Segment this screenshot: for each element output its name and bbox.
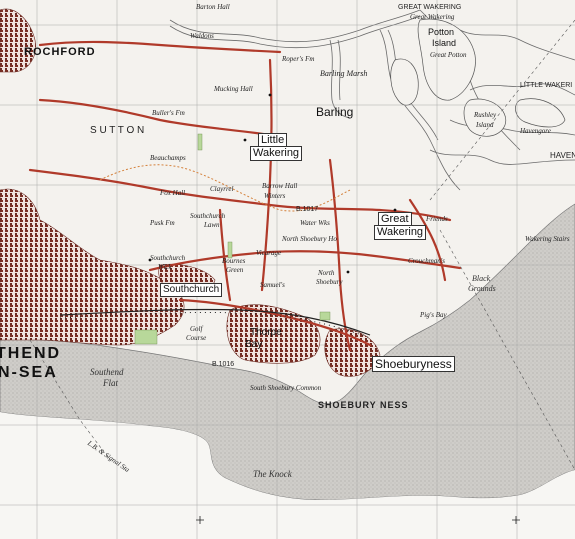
label-bournes-green-2: Green	[226, 266, 244, 274]
label-golf-course-1: Golf	[190, 325, 203, 333]
label-potton-island-1: Potton	[428, 27, 455, 37]
label-southend-1: THEND	[0, 345, 62, 362]
label-pigs-bay: Pig's Bay	[420, 311, 447, 319]
label-little-wakering-top: LITTLE WAKERI	[520, 82, 573, 89]
label-waldons: Waldons	[190, 32, 214, 40]
label-vicarage: Vicarage	[256, 249, 282, 257]
label-great-wakering-2: Wakering	[374, 225, 427, 240]
label-friends: Friends	[426, 215, 448, 223]
label-southend-flat-1: Southend	[90, 367, 124, 377]
label-rochford: ROCHFORD	[24, 46, 96, 58]
label-southchurch: Southchurch	[160, 283, 223, 297]
label-winters: Winters	[264, 192, 286, 200]
label-great-wakering-top: GREAT WAKERING	[398, 4, 462, 11]
label-great-wakering-creek: Great Wakering	[410, 13, 455, 21]
label-shoebury-ness: SHOEBURY NESS	[318, 400, 409, 410]
label-southchurch-lawn-2: Lawn	[204, 221, 220, 229]
label-rushley-island-2: Island	[476, 121, 494, 129]
label-clayrrel: Clayrrel	[210, 185, 234, 193]
label-crouchmans: Crouchman's	[408, 257, 446, 265]
label-fox-hall: Fox Hall	[160, 189, 186, 197]
label-shoeburyness: Shoeburyness	[372, 356, 455, 372]
label-beauchamps: Beauchamps	[150, 154, 186, 162]
label-south-shoebury: South Shoebury Common	[250, 384, 322, 392]
label-southend-2: N-SEA	[0, 364, 58, 381]
label-thorpe-bay-2: Bay	[245, 339, 263, 350]
label-little-wakering-2: Wakering	[250, 146, 303, 161]
label-ropers: Roper's Fm	[282, 55, 315, 63]
label-pusk: Pusk Fm	[150, 219, 175, 227]
label-haven: HAVEN	[550, 151, 575, 160]
label-great-potton: Great Potton	[430, 51, 467, 59]
label-bullers: Buller's Fm	[152, 109, 185, 117]
label-barrow-hall: Barrow Hall	[262, 182, 298, 190]
label-mucking-hall: Mucking Hall	[214, 85, 253, 93]
label-north-shoebury-2: Shoebury	[316, 278, 343, 286]
ordnance-survey-map	[0, 0, 575, 539]
label-golf-course-2: Course	[186, 334, 207, 342]
label-samuels: Samuel's	[260, 281, 285, 289]
label-thorpe-bay-1: Thorpe	[250, 327, 282, 338]
label-water-works: Water Wks	[300, 219, 330, 227]
label-wakering-stairs: Wakering Stairs	[525, 235, 570, 243]
label-road-b1016: B.1016	[212, 361, 235, 368]
label-the-knock: The Knock	[253, 469, 292, 479]
label-barton-hall: Barton Hall	[196, 3, 230, 11]
label-southchurch-lawn-1: Southchurch	[190, 212, 226, 220]
label-barling: Barling	[316, 105, 354, 119]
label-north-shoebury-1: North	[318, 269, 335, 277]
label-road-b1017: B.1017	[296, 206, 319, 213]
label-southchurch-wick-2: Wick	[158, 263, 172, 271]
label-rushley-island-1: Rushley	[474, 111, 497, 119]
label-havengore: Havengore	[520, 127, 551, 135]
label-bournes-green-1: Bournes	[222, 257, 246, 265]
label-sutton: S U T T O N	[90, 125, 145, 136]
label-black-grounds-2: Grounds	[468, 284, 496, 293]
label-black-grounds-1: Black	[472, 274, 491, 283]
label-southend-flat-2: Flat	[103, 378, 118, 388]
label-north-shoebury-ho: North Shoebury Ho	[282, 235, 337, 243]
label-southchurch-wick-1: Southchurch	[150, 254, 186, 262]
label-barling-marsh: Barling Marsh	[320, 69, 368, 78]
label-potton-island-2: Island	[432, 38, 457, 48]
